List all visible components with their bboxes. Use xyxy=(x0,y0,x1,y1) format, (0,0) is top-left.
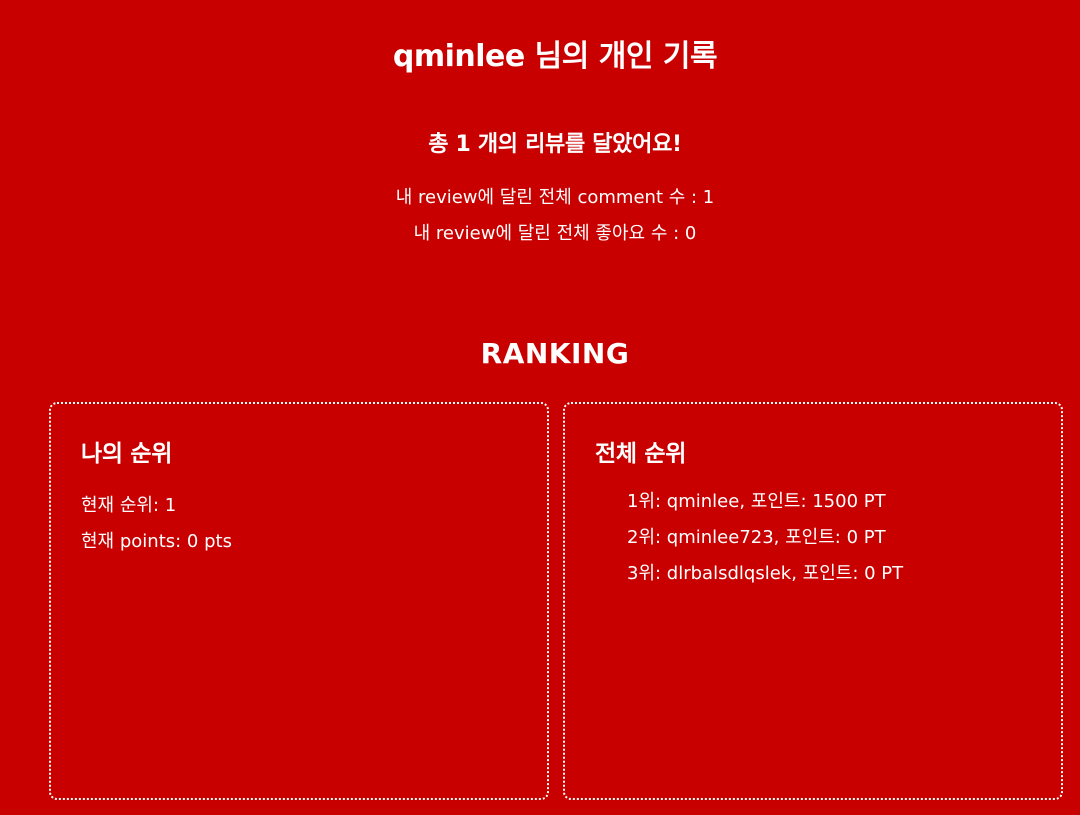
page-title: qminlee 님의 개인 기록 xyxy=(392,39,718,74)
current-points-text: 현재 points: 0 pts xyxy=(81,531,232,552)
rank-list-item: 2위: qminlee723, 포인트: 0 PT xyxy=(627,527,886,548)
review-count-heading: 총 1 개의 리뷰를 달았어요! xyxy=(428,132,682,157)
my-rank-title: 나의 순위 xyxy=(81,441,173,467)
current-rank-text: 현재 순위: 1 xyxy=(81,495,177,516)
comment-count-text: 내 review에 달린 전체 comment 수 : 1 xyxy=(395,187,715,208)
overall-rank-card: 전체 순위 1위: qminlee, 포인트: 1500 PT 2위: qmin… xyxy=(563,402,1063,800)
rank-list-item: 1위: qminlee, 포인트: 1500 PT xyxy=(627,491,886,512)
rank-list-item: 3위: dlrbalsdlqslek, 포인트: 0 PT xyxy=(627,563,904,584)
my-rank-card: 나의 순위 현재 순위: 1 현재 points: 0 pts xyxy=(49,402,549,800)
ranking-heading: RANKING xyxy=(480,337,630,370)
like-count-text: 내 review에 달린 전체 좋아요 수 : 0 xyxy=(413,223,697,244)
overall-rank-list: 1위: qminlee, 포인트: 1500 PT 2위: qminlee723… xyxy=(627,491,903,599)
overall-rank-title: 전체 순위 xyxy=(595,441,687,467)
